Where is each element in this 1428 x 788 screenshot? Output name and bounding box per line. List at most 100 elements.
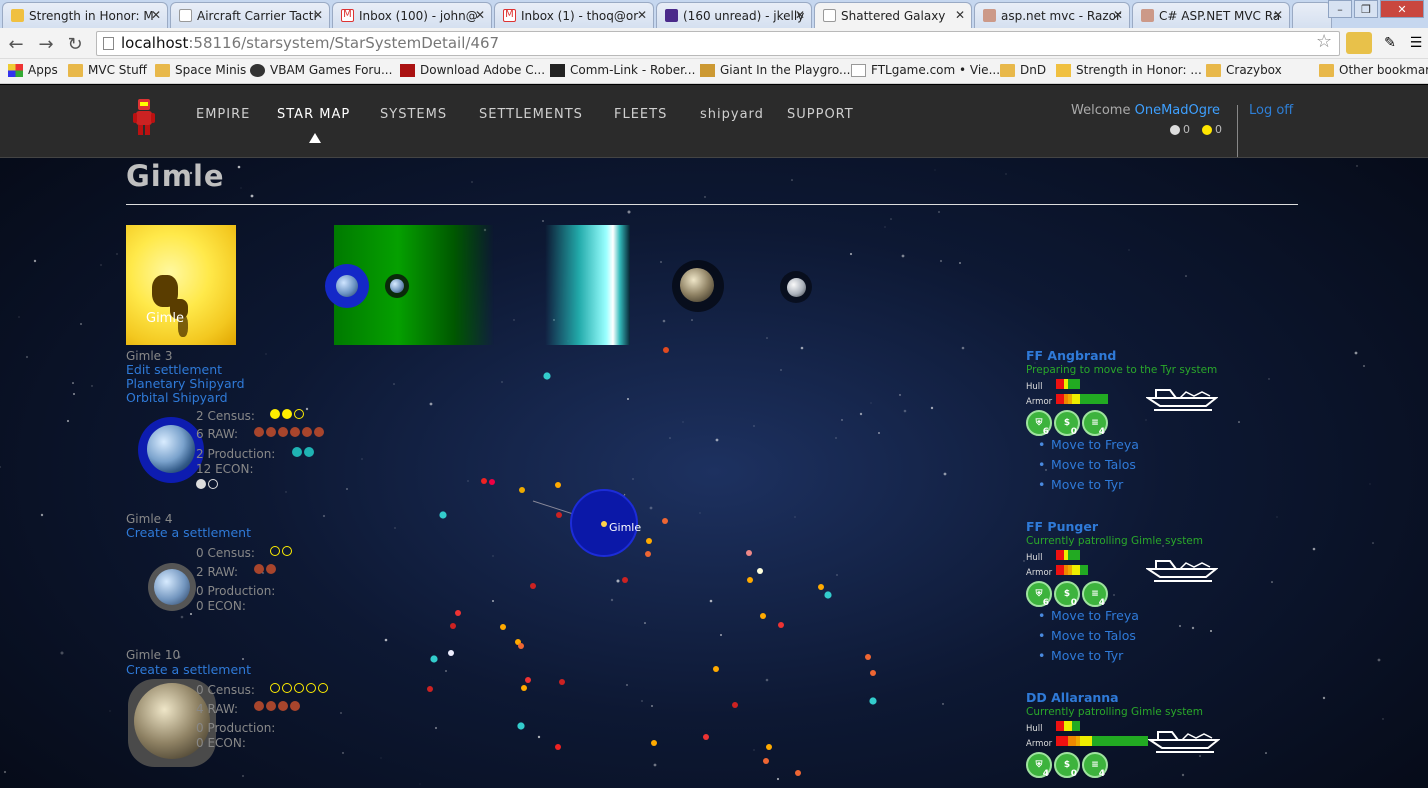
bookmark-folder[interactable]: Space Minis — [155, 63, 246, 77]
map-star-system[interactable] — [795, 770, 801, 776]
current-system-star[interactable] — [601, 521, 607, 527]
close-icon[interactable]: ✕ — [795, 8, 805, 22]
map-star-system[interactable] — [663, 347, 669, 353]
move-fleet-link[interactable]: Move to Freya — [1038, 608, 1139, 623]
browser-tab[interactable]: Strength in Honor: M ✕ — [2, 2, 168, 28]
bookmark-link[interactable]: Giant In the Playgro... — [700, 63, 850, 77]
fleet-name[interactable]: FF Punger — [1026, 519, 1098, 534]
map-star-system[interactable] — [766, 744, 772, 750]
nav-star-map[interactable]: STAR MAP — [277, 107, 350, 122]
planet-image[interactable] — [147, 425, 195, 473]
map-star-system[interactable] — [559, 679, 565, 685]
map-star-system[interactable] — [530, 583, 536, 589]
move-fleet-link[interactable]: Move to Talos — [1038, 628, 1136, 643]
close-icon[interactable]: ✕ — [475, 8, 485, 22]
nav-shipyard[interactable]: shipyard — [700, 107, 764, 122]
close-icon[interactable]: ✕ — [1113, 8, 1123, 22]
map-star-system[interactable] — [746, 550, 752, 556]
wrench-extension-icon[interactable]: ✎ — [1378, 32, 1402, 54]
move-fleet-link[interactable]: Move to Freya — [1038, 437, 1139, 452]
create-settlement-link[interactable]: Create a settlement — [126, 525, 251, 540]
forward-button[interactable]: → — [34, 32, 58, 56]
map-star-system[interactable] — [555, 482, 561, 488]
map-star-system[interactable] — [427, 686, 433, 692]
nav-settlements[interactable]: SETTLEMENTS — [479, 107, 583, 122]
move-fleet-link[interactable]: Move to Talos — [1038, 457, 1136, 472]
map-star-system[interactable] — [555, 744, 561, 750]
bookmark-folder[interactable]: Other bookmarks — [1319, 63, 1428, 77]
log-off-link[interactable]: Log off — [1249, 103, 1293, 118]
map-star-system[interactable] — [869, 697, 877, 705]
planet-image[interactable] — [154, 569, 190, 605]
map-star-system[interactable] — [760, 613, 766, 619]
edit-settlement-link[interactable]: Edit settlement — [126, 362, 222, 377]
fleet-name[interactable]: DD Allaranna — [1026, 690, 1119, 705]
minimize-button[interactable]: – — [1328, 0, 1352, 18]
maximize-button[interactable]: ❐ — [1354, 0, 1378, 18]
browser-tab[interactable]: asp.net mvc - Razor ✕ — [974, 2, 1130, 28]
new-extension-icon[interactable] — [1346, 32, 1372, 54]
browser-tab-active[interactable]: Shattered Galaxy ✕ — [814, 2, 972, 28]
star-image[interactable]: Gimle — [126, 225, 236, 345]
orbital-shipyard-link[interactable]: Orbital Shipyard — [126, 390, 228, 405]
map-star-system[interactable] — [521, 685, 527, 691]
map-star-system[interactable] — [448, 650, 454, 656]
map-star-system[interactable] — [645, 551, 651, 557]
browser-tab[interactable]: (160 unread) - jkelly ✕ — [656, 2, 812, 28]
back-button[interactable]: ← — [4, 32, 28, 56]
address-bar[interactable]: localhost:58116/starsystem/StarSystemDet… — [96, 31, 1340, 56]
strip-planet-gimle-3[interactable] — [336, 275, 358, 297]
nav-empire[interactable]: EMPIRE — [196, 107, 250, 122]
new-tab-button[interactable] — [1292, 2, 1332, 28]
supply-icon[interactable]: $0 — [1054, 752, 1080, 779]
browser-tab[interactable]: M Inbox (1) - thoq@or ✕ — [494, 2, 654, 28]
star-map[interactable]: Gimle — [420, 343, 890, 783]
move-fleet-link[interactable]: Move to Tyr — [1038, 648, 1123, 663]
planetary-shipyard-link[interactable]: Planetary Shipyard — [126, 376, 245, 391]
map-star-system[interactable] — [703, 734, 709, 740]
bookmark-link[interactable]: VBAM Games Foru... — [250, 63, 392, 77]
ship-icon[interactable]: ≡ 4 — [1082, 410, 1108, 437]
robot-logo-icon[interactable] — [130, 97, 158, 137]
window-close-button[interactable]: ✕ — [1380, 0, 1424, 18]
map-star-system[interactable] — [662, 518, 668, 524]
map-star-system[interactable] — [500, 624, 506, 630]
map-star-system[interactable] — [489, 479, 495, 485]
supply-icon[interactable]: $0 — [1054, 410, 1080, 437]
map-star-system[interactable] — [865, 654, 871, 660]
map-star-system[interactable] — [646, 538, 652, 544]
browser-tab[interactable]: M Inbox (100) - john@ ✕ — [332, 2, 492, 28]
map-star-system[interactable] — [543, 372, 551, 380]
map-star-system[interactable] — [430, 655, 438, 663]
strip-planet-gimle-10[interactable] — [680, 268, 714, 302]
move-fleet-link[interactable]: Move to Tyr — [1038, 477, 1123, 492]
map-star-system[interactable] — [622, 577, 628, 583]
map-star-system[interactable] — [518, 643, 524, 649]
nav-support[interactable]: SUPPORT — [787, 107, 854, 122]
troop-icon[interactable]: ⛨ 6 — [1026, 581, 1052, 608]
fleet-name[interactable]: FF Angbrand — [1026, 348, 1116, 363]
troop-icon[interactable]: ⛨ 6 — [1026, 410, 1052, 437]
supply-icon[interactable]: $0 — [1054, 581, 1080, 608]
map-star-system[interactable] — [455, 610, 461, 616]
map-star-system[interactable] — [757, 568, 763, 574]
map-star-system[interactable] — [517, 722, 525, 730]
browser-tab[interactable]: C# ASP.NET MVC Ra ✕ — [1132, 2, 1290, 28]
close-icon[interactable]: ✕ — [313, 8, 323, 22]
map-star-system[interactable] — [556, 512, 562, 518]
strip-planet-moon[interactable] — [787, 278, 806, 297]
map-star-system[interactable] — [713, 666, 719, 672]
close-icon[interactable]: ✕ — [637, 8, 647, 22]
strip-planet-gimle-4[interactable] — [390, 279, 404, 293]
nav-systems[interactable]: SYSTEMS — [380, 107, 447, 122]
bookmark-link[interactable]: Comm-Link - Rober... — [550, 63, 695, 77]
menu-icon[interactable]: ☰ — [1404, 32, 1428, 54]
create-settlement-link[interactable]: Create a settlement — [126, 662, 251, 677]
bookmark-star-icon[interactable]: ☆ — [1316, 31, 1332, 52]
bookmark-apps[interactable]: Apps — [8, 63, 58, 77]
map-star-system[interactable] — [732, 702, 738, 708]
map-star-system[interactable] — [525, 677, 531, 683]
close-icon[interactable]: ✕ — [1273, 8, 1283, 22]
map-star-system[interactable] — [763, 758, 769, 764]
map-star-system[interactable] — [778, 622, 784, 628]
